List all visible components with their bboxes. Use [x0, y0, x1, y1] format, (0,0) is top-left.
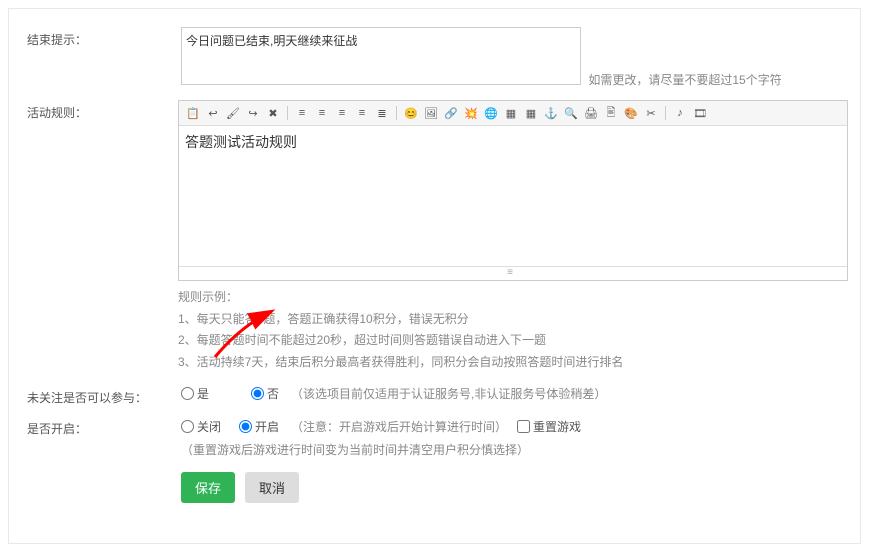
toolbar-button-icon[interactable]: ≡: [354, 105, 370, 121]
participate-row: 未关注是否可以参与： 是 否 （该选项目前仅适用于认证服务号,非认证服务号体验稍…: [21, 385, 848, 406]
rules-label: 活动规则：: [21, 100, 178, 121]
save-button[interactable]: 保存: [181, 472, 235, 503]
button-row: 保存 取消: [181, 472, 848, 503]
end-hint-textarea[interactable]: [181, 27, 581, 85]
enable-open-note: （注意：开启游戏后开始计算进行时间）: [291, 418, 507, 435]
toolbar-button-icon[interactable]: 🎞: [692, 105, 708, 121]
editor-toolbar: 📋↩🖌↪✖≡≡≡≡≣😊🖼🔗💥🌐▦▦⚓🔍🖨🖹🎨✂♪🎞: [179, 101, 847, 126]
enable-row: 是否开启： 关闭 开启 （注意：开启游戏后开始计算进行时间） 重置游戏 （重置游…: [21, 418, 848, 458]
toolbar-button-icon[interactable]: 🖹: [603, 105, 619, 121]
rules-example: 规则示例： 1、每天只能答5题，答题正确获得10积分，错误无积分 2、每题答题时…: [178, 287, 848, 373]
toolbar-button-icon[interactable]: ▦: [523, 105, 539, 121]
toolbar-button-icon[interactable]: ↪: [245, 105, 261, 121]
toolbar-separator: [287, 106, 288, 120]
toolbar-button-icon[interactable]: ✂: [643, 105, 659, 121]
toolbar-button-icon[interactable]: 💥: [463, 105, 479, 121]
toolbar-button-icon[interactable]: ≡: [334, 105, 350, 121]
enable-label: 是否开启：: [21, 418, 181, 437]
enable-open-label[interactable]: 开启: [239, 418, 279, 435]
rules-example-title: 规则示例：: [178, 287, 848, 309]
end-hint-note: 如需更改，请尽量不要超过15个字符: [588, 71, 781, 88]
toolbar-button-icon[interactable]: 🖨: [583, 105, 599, 121]
participate-note: （该选项目前仅适用于认证服务号,非认证服务号体验稍差）: [291, 385, 606, 402]
toolbar-button-icon[interactable]: 📋: [185, 105, 201, 121]
reset-game-label[interactable]: 重置游戏: [517, 418, 581, 435]
toolbar-button-icon[interactable]: 🔍: [563, 105, 579, 121]
reset-game-note: （重置游戏后游戏进行时间变为当前时间并清空用户积分慎选择）: [181, 441, 529, 458]
rules-example-1: 1、每天只能答5题，答题正确获得10积分，错误无积分: [178, 309, 848, 331]
end-hint-row: 结束提示： 如需更改，请尽量不要超过15个字符: [21, 27, 848, 88]
enable-close-label[interactable]: 关闭: [181, 418, 221, 435]
toolbar-separator: [665, 106, 666, 120]
toolbar-button-icon[interactable]: 🖌: [225, 105, 241, 121]
toolbar-button-icon[interactable]: ≣: [374, 105, 390, 121]
participate-yes-label[interactable]: 是: [181, 385, 209, 402]
participate-no-label[interactable]: 否: [251, 385, 279, 402]
toolbar-button-icon[interactable]: ≡: [294, 105, 310, 121]
cancel-button[interactable]: 取消: [245, 472, 299, 503]
toolbar-button-icon[interactable]: 🌐: [483, 105, 499, 121]
toolbar-button-icon[interactable]: ⚓: [543, 105, 559, 121]
toolbar-button-icon[interactable]: 🎨: [623, 105, 639, 121]
participate-no-radio[interactable]: [251, 387, 264, 400]
toolbar-button-icon[interactable]: ♪: [672, 105, 688, 121]
participate-yes-radio[interactable]: [181, 387, 194, 400]
enable-close-radio[interactable]: [181, 420, 194, 433]
editor-resize-handle[interactable]: ≡: [179, 266, 847, 280]
toolbar-button-icon[interactable]: ✖: [265, 105, 281, 121]
rules-example-2: 2、每题答题时间不能超过20秒，超过时间则答题错误自动进入下一题: [178, 330, 848, 352]
participate-label: 未关注是否可以参与：: [21, 385, 181, 406]
toolbar-button-icon[interactable]: 😊: [403, 105, 419, 121]
editor-body[interactable]: 答题测试活动规则: [179, 126, 847, 266]
end-hint-label: 结束提示：: [21, 27, 181, 48]
rules-example-3: 3、活动持续7天，结束后积分最高者获得胜利，同积分会自动按照答题时间进行排名: [178, 352, 848, 374]
toolbar-button-icon[interactable]: ↩: [205, 105, 221, 121]
toolbar-button-icon[interactable]: 🖼: [423, 105, 439, 121]
toolbar-button-icon[interactable]: ▦: [503, 105, 519, 121]
enable-open-radio[interactable]: [239, 420, 252, 433]
rich-text-editor: 📋↩🖌↪✖≡≡≡≡≣😊🖼🔗💥🌐▦▦⚓🔍🖨🖹🎨✂♪🎞 答题测试活动规则 ≡: [178, 100, 848, 281]
reset-game-checkbox[interactable]: [517, 420, 530, 433]
toolbar-separator: [396, 106, 397, 120]
toolbar-button-icon[interactable]: 🔗: [443, 105, 459, 121]
rules-row: 活动规则： 📋↩🖌↪✖≡≡≡≡≣😊🖼🔗💥🌐▦▦⚓🔍🖨🖹🎨✂♪🎞 答题测试活动规则…: [21, 100, 848, 373]
toolbar-button-icon[interactable]: ≡: [314, 105, 330, 121]
